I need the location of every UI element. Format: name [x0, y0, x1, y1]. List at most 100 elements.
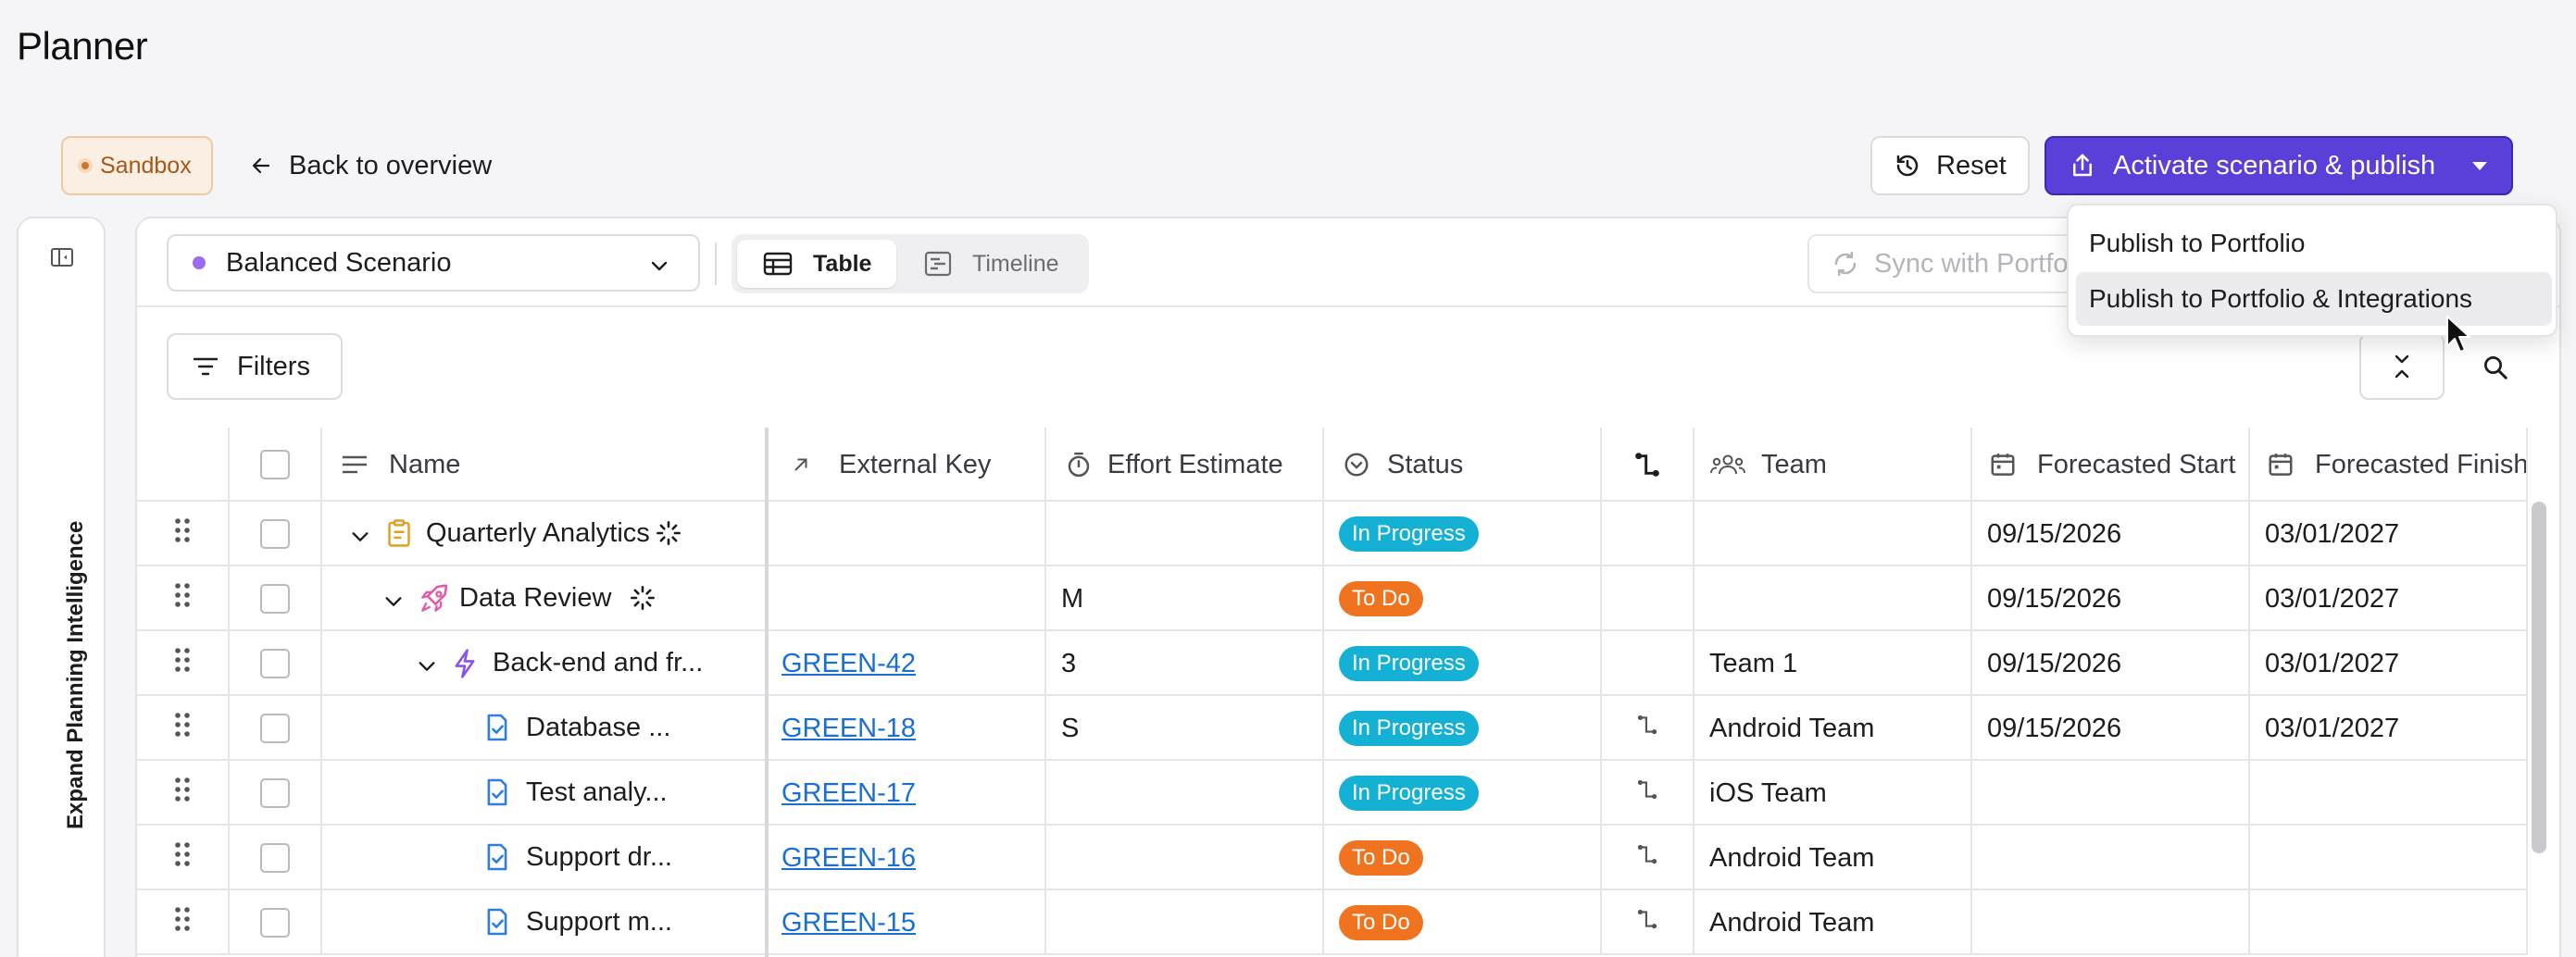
- sidebar-toggle-icon[interactable]: [50, 246, 74, 268]
- search-button[interactable]: [2472, 344, 2519, 391]
- status-badge[interactable]: In Progress: [1339, 776, 1479, 811]
- external-key-link[interactable]: GREEN-42: [782, 649, 916, 679]
- effort-cell[interactable]: [1046, 761, 1324, 826]
- menu-item-publish-portfolio[interactable]: Publish to Portfolio: [2076, 217, 2552, 270]
- header-forecasted-start[interactable]: Forecasted Start: [1972, 428, 2250, 502]
- team-cell[interactable]: iOS Team: [1694, 761, 1972, 826]
- effort-cell[interactable]: M: [1046, 566, 1324, 631]
- row-name[interactable]: Support dr...: [526, 842, 672, 873]
- dependency-icon[interactable]: [1635, 842, 1659, 874]
- dependency-cell[interactable]: [1602, 696, 1694, 761]
- dependency-cell[interactable]: [1602, 502, 1694, 566]
- filters-button[interactable]: Filters: [167, 333, 343, 400]
- effort-cell[interactable]: [1046, 502, 1324, 566]
- dependency-icon[interactable]: [1635, 777, 1659, 809]
- table-row[interactable]: Database ... GREEN-18 S In Progress Android …: [137, 696, 2528, 761]
- header-team[interactable]: Team: [1694, 428, 1972, 502]
- effort-cell[interactable]: S: [1046, 696, 1324, 761]
- name-cell[interactable]: Test analy...: [322, 761, 765, 826]
- team-cell[interactable]: Android Team: [1694, 826, 1972, 890]
- menu-item-publish-portfolio-integrations[interactable]: Publish to Portfolio & Integrations: [2076, 272, 2552, 326]
- drag-handle[interactable]: [137, 566, 230, 631]
- status-badge[interactable]: In Progress: [1339, 646, 1479, 681]
- team-cell[interactable]: Android Team: [1694, 890, 1972, 955]
- effort-cell[interactable]: [1046, 826, 1324, 890]
- name-cell[interactable]: Data Review: [322, 566, 765, 631]
- row-name[interactable]: Support m...: [526, 907, 672, 938]
- status-cell[interactable]: In Progress: [1324, 502, 1602, 566]
- status-badge[interactable]: In Progress: [1339, 711, 1479, 746]
- external-key-link[interactable]: GREEN-15: [782, 908, 916, 938]
- back-to-overview-link[interactable]: Back to overview: [250, 139, 492, 193]
- reset-button[interactable]: Reset: [1870, 136, 2030, 195]
- dependency-icon[interactable]: [1635, 907, 1659, 938]
- team-cell[interactable]: Team 1: [1694, 631, 1972, 696]
- row-checkbox[interactable]: [260, 843, 290, 873]
- table-row[interactable]: Data Review M To Do 09/15/2026 03/01/2027: [137, 566, 2528, 631]
- row-checkbox[interactable]: [260, 714, 290, 743]
- drag-handle[interactable]: [137, 696, 230, 761]
- status-badge[interactable]: To Do: [1339, 905, 1423, 940]
- table-row[interactable]: Support dr... GREEN-16 To Do Android Team: [137, 826, 2528, 890]
- external-key-link[interactable]: GREEN-16: [782, 843, 916, 874]
- scenario-select[interactable]: Balanced Scenario: [167, 234, 700, 292]
- tab-timeline[interactable]: Timeline: [924, 240, 1059, 288]
- dependency-cell[interactable]: [1602, 761, 1694, 826]
- status-cell[interactable]: To Do: [1324, 566, 1602, 631]
- table-row[interactable]: Quarterly Analytics In Progress 09/15/2026…: [137, 502, 2528, 566]
- table-vertical-scrollbar[interactable]: [2532, 502, 2546, 853]
- row-name[interactable]: Database ...: [526, 713, 670, 743]
- drag-handle[interactable]: [137, 761, 230, 826]
- status-cell[interactable]: To Do: [1324, 890, 1602, 955]
- expand-chevron-icon[interactable]: [383, 589, 404, 619]
- name-cell[interactable]: Quarterly Analytics: [322, 502, 765, 566]
- status-cell[interactable]: To Do: [1324, 826, 1602, 890]
- header-dependencies[interactable]: [1602, 428, 1694, 502]
- row-name[interactable]: Data Review: [459, 583, 611, 614]
- effort-cell[interactable]: 3: [1046, 631, 1324, 696]
- status-cell[interactable]: In Progress: [1324, 631, 1602, 696]
- external-key-link[interactable]: GREEN-18: [782, 714, 916, 744]
- expand-chevron-icon[interactable]: [350, 524, 370, 554]
- header-effort-estimate[interactable]: Effort Estimate: [1046, 428, 1324, 502]
- expand-chevron-icon[interactable]: [417, 653, 437, 684]
- drag-handle[interactable]: [137, 631, 230, 696]
- select-all-checkbox[interactable]: [260, 450, 290, 479]
- team-cell[interactable]: Android Team: [1694, 696, 1972, 761]
- row-checkbox[interactable]: [260, 908, 290, 938]
- header-status[interactable]: Status: [1324, 428, 1602, 502]
- tab-table[interactable]: Table: [737, 240, 896, 288]
- row-checkbox[interactable]: [260, 778, 290, 808]
- name-cell[interactable]: Support m...: [322, 890, 765, 955]
- dependency-cell[interactable]: [1602, 631, 1694, 696]
- team-cell[interactable]: [1694, 566, 1972, 631]
- header-external-key[interactable]: External Key: [769, 428, 1046, 502]
- row-checkbox[interactable]: [260, 649, 290, 678]
- team-cell[interactable]: [1694, 502, 1972, 566]
- row-name[interactable]: Back-end and fr...: [493, 648, 703, 678]
- status-cell[interactable]: In Progress: [1324, 761, 1602, 826]
- planning-intelligence-panel[interactable]: Expand Planning Intelligence: [17, 217, 106, 957]
- name-cell[interactable]: Database ...: [322, 696, 765, 761]
- table-row[interactable]: Support m... GREEN-15 To Do Android Team: [137, 890, 2528, 955]
- name-cell[interactable]: Support dr...: [322, 826, 765, 890]
- table-row[interactable]: Test analy... GREEN-17 In Progress iOS Team: [137, 761, 2528, 826]
- dependency-cell[interactable]: [1602, 826, 1694, 890]
- row-checkbox[interactable]: [260, 519, 290, 549]
- expand-planning-intelligence-label[interactable]: Expand Planning Intelligence: [63, 521, 89, 829]
- drag-handle[interactable]: [137, 890, 230, 955]
- status-badge[interactable]: In Progress: [1339, 516, 1479, 552]
- row-checkbox[interactable]: [260, 584, 290, 614]
- status-cell[interactable]: In Progress: [1324, 696, 1602, 761]
- collapse-all-button[interactable]: [2359, 333, 2445, 400]
- dependency-icon[interactable]: [1635, 713, 1659, 744]
- external-key-link[interactable]: GREEN-17: [782, 778, 916, 809]
- drag-handle[interactable]: [137, 502, 230, 566]
- header-forecasted-finish[interactable]: Forecasted Finish: [2250, 428, 2528, 502]
- dependency-cell[interactable]: [1602, 890, 1694, 955]
- name-cell[interactable]: Back-end and fr...: [322, 631, 765, 696]
- drag-handle[interactable]: [137, 826, 230, 890]
- effort-cell[interactable]: [1046, 890, 1324, 955]
- row-name[interactable]: Test analy...: [526, 777, 668, 808]
- status-badge[interactable]: To Do: [1339, 840, 1423, 876]
